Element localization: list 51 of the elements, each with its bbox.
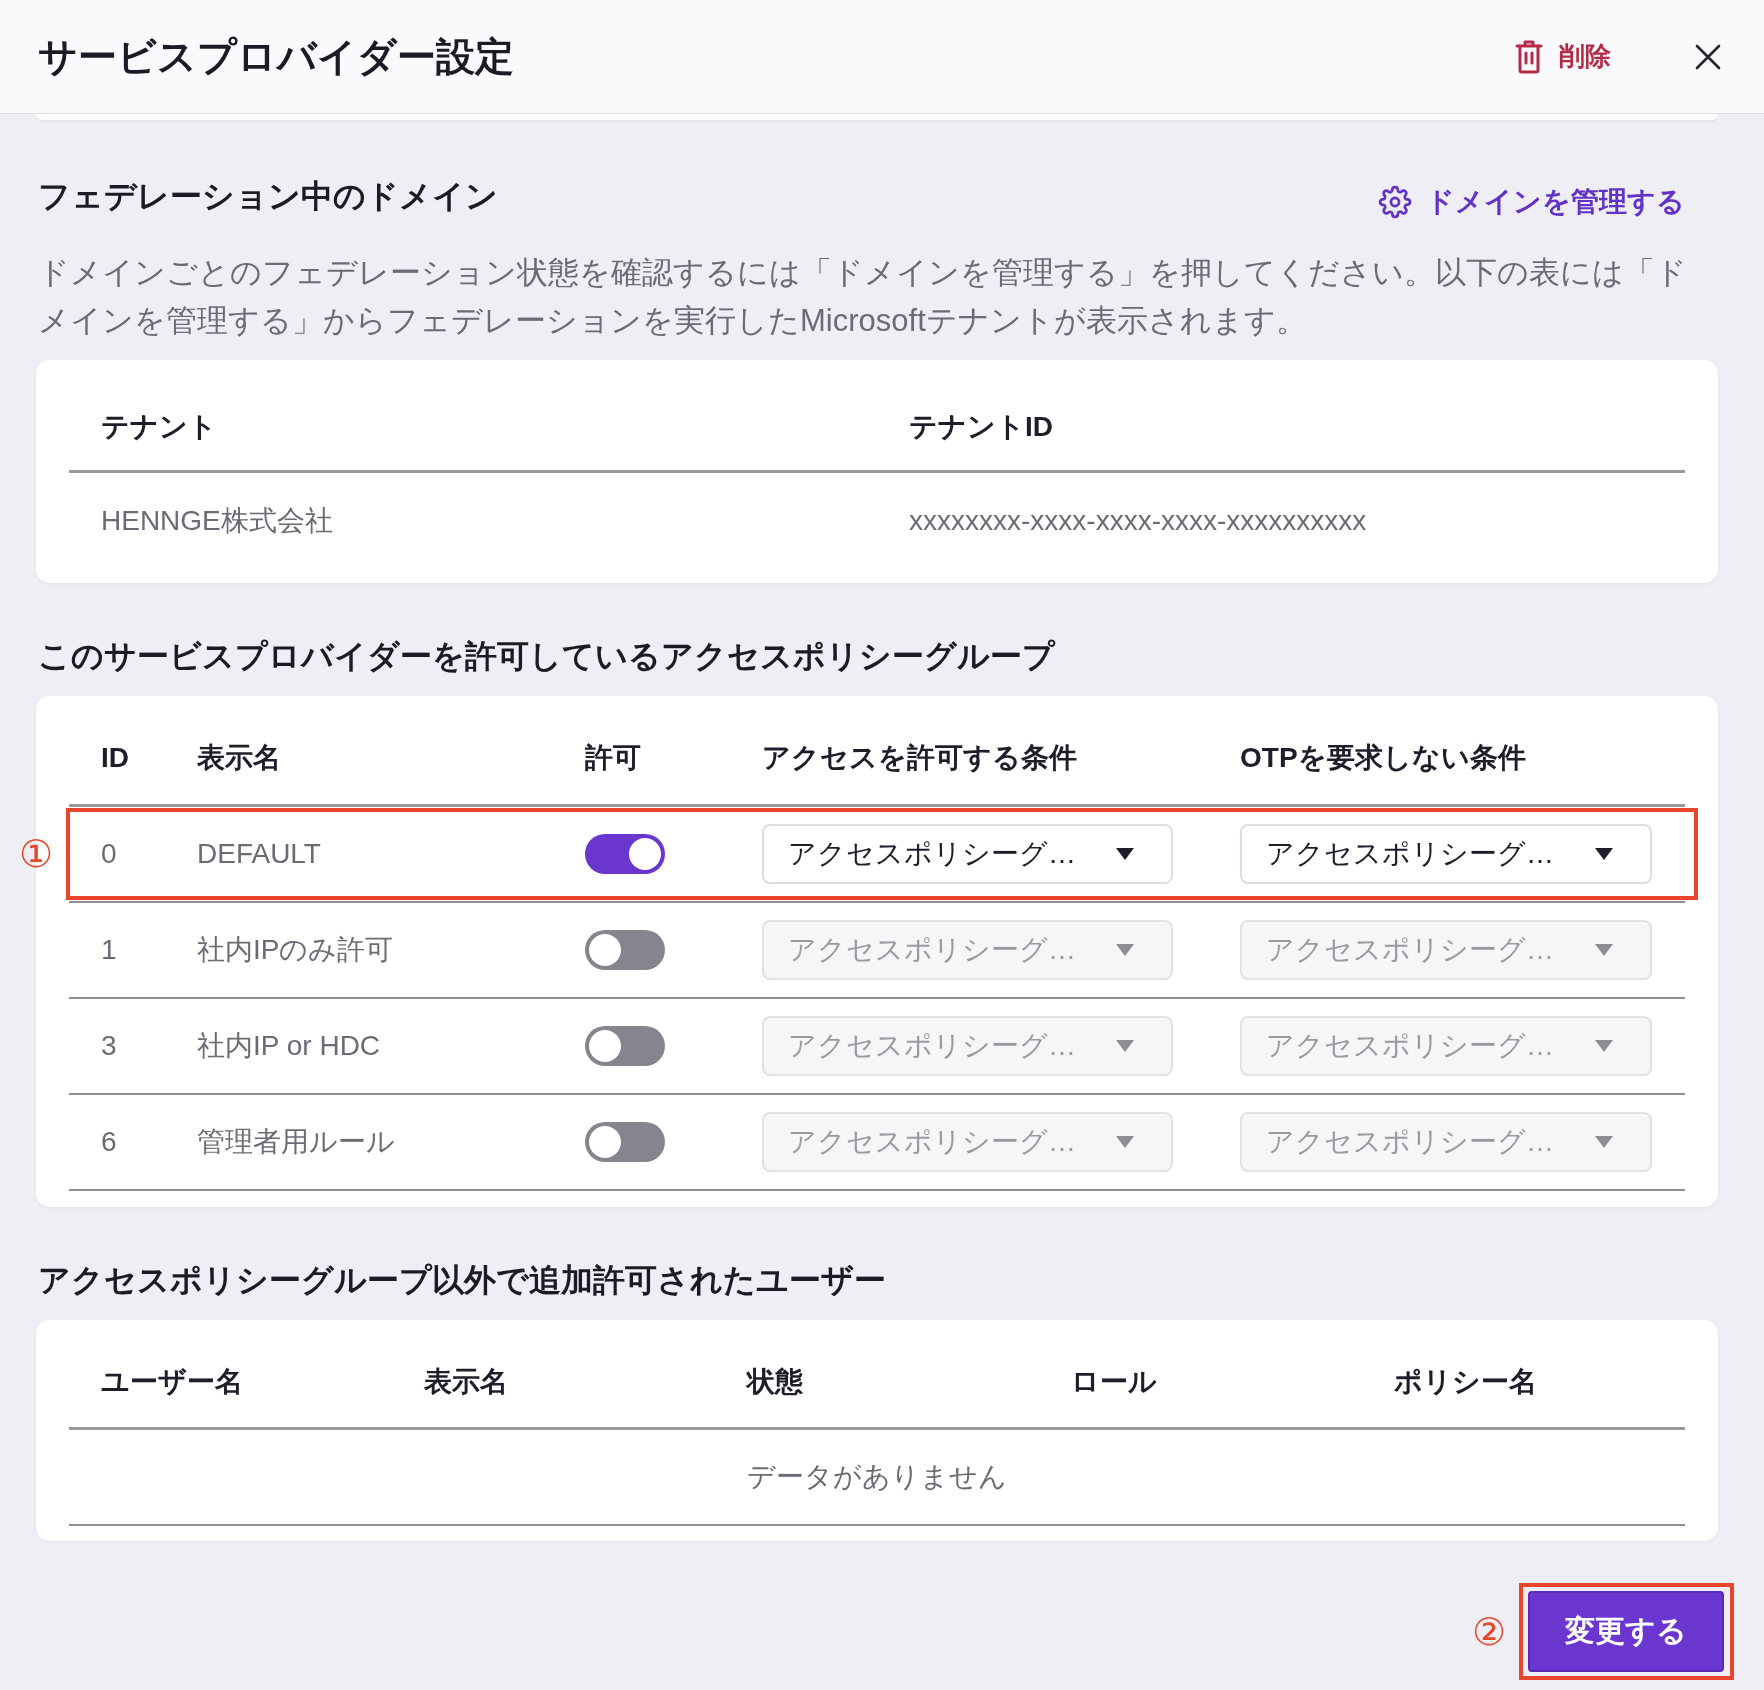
column-header: OTPを要求しない条件: [1240, 741, 1527, 775]
toggle-switch[interactable]: [585, 1122, 665, 1162]
empty-message: データがありません: [747, 1460, 1007, 1494]
table-cell-text: HENNGE株式会社: [100, 504, 334, 538]
column-header: テナントID: [908, 410, 1054, 444]
caret-icon: [1595, 1040, 1613, 1052]
close-icon: [1695, 43, 1721, 70]
table-cell-text: 社内IPのみ許可: [197, 933, 395, 967]
caret-icon: [1595, 1136, 1613, 1148]
dialog-title: サービスプロバイダー設定: [38, 33, 515, 80]
section-heading: アクセスポリシーグループ以外で追加許可されたユーザー: [38, 1261, 887, 1300]
caret-icon: [1116, 1040, 1134, 1052]
column-header: 表示名: [197, 741, 282, 775]
table-cell-text: 0: [100, 837, 118, 871]
gear-icon: [1378, 185, 1412, 219]
toggle-switch[interactable]: [585, 1026, 665, 1066]
trash-icon: [1515, 39, 1543, 74]
caret-icon: [1595, 944, 1613, 956]
table-cell-text: 1: [100, 933, 118, 967]
toggle-switch[interactable]: [585, 834, 665, 874]
column-header: 表示名: [423, 1364, 510, 1399]
section-heading: このサービスプロバイダーを許可しているアクセスポリシーグループ: [38, 637, 1057, 676]
table-cell-text: 6: [100, 1125, 118, 1159]
caret-icon: [1116, 848, 1134, 860]
caret-icon: [1595, 848, 1613, 860]
column-header: ID: [100, 741, 130, 775]
policy-dropdown[interactable]: アクセスポリシーグ…: [1240, 824, 1652, 884]
callout-number: ①: [19, 835, 53, 873]
column-header: ユーザー名: [100, 1364, 244, 1399]
table-cell-text: xxxxxxxx-xxxx-xxxx-xxxx-xxxxxxxxxx: [908, 504, 1368, 538]
column-header: 許可: [585, 741, 642, 775]
close-button[interactable]: [1695, 43, 1721, 70]
column-header: 状態: [745, 1364, 805, 1399]
column-header: ロール: [1069, 1364, 1158, 1399]
table-cell-text: 管理者用ルール: [197, 1125, 396, 1159]
caret-icon: [1116, 944, 1134, 956]
save-button[interactable]: 変更する: [1528, 1591, 1724, 1672]
toggle-switch[interactable]: [585, 930, 665, 970]
column-header: テナント: [100, 410, 218, 444]
delete-button[interactable]: 削除: [1515, 39, 1611, 74]
section-heading: フェデレーション中のドメイン: [38, 177, 498, 216]
column-header: ポリシー名: [1392, 1364, 1538, 1399]
policy-dropdown[interactable]: アクセスポリシーグ…: [762, 824, 1173, 884]
column-header: アクセスを許可する条件: [762, 741, 1078, 775]
callout-number: ②: [1472, 1612, 1506, 1651]
table-cell-text: DEFAULT: [197, 837, 322, 871]
table-cell-text: 社内IP or HDC: [197, 1029, 382, 1063]
manage-domains-link[interactable]: ドメインを管理する: [1378, 183, 1685, 221]
description-text: ドメインごとのフェデレーション状態を確認するには「ドメインを管理する」を押してください。以下の表には「ドメインを管理する」からフェデレーションを実行したMicrosoftテナントが表示されます。: [38, 254, 1688, 340]
caret-icon: [1116, 1136, 1134, 1148]
table-cell-text: 3: [100, 1029, 118, 1063]
